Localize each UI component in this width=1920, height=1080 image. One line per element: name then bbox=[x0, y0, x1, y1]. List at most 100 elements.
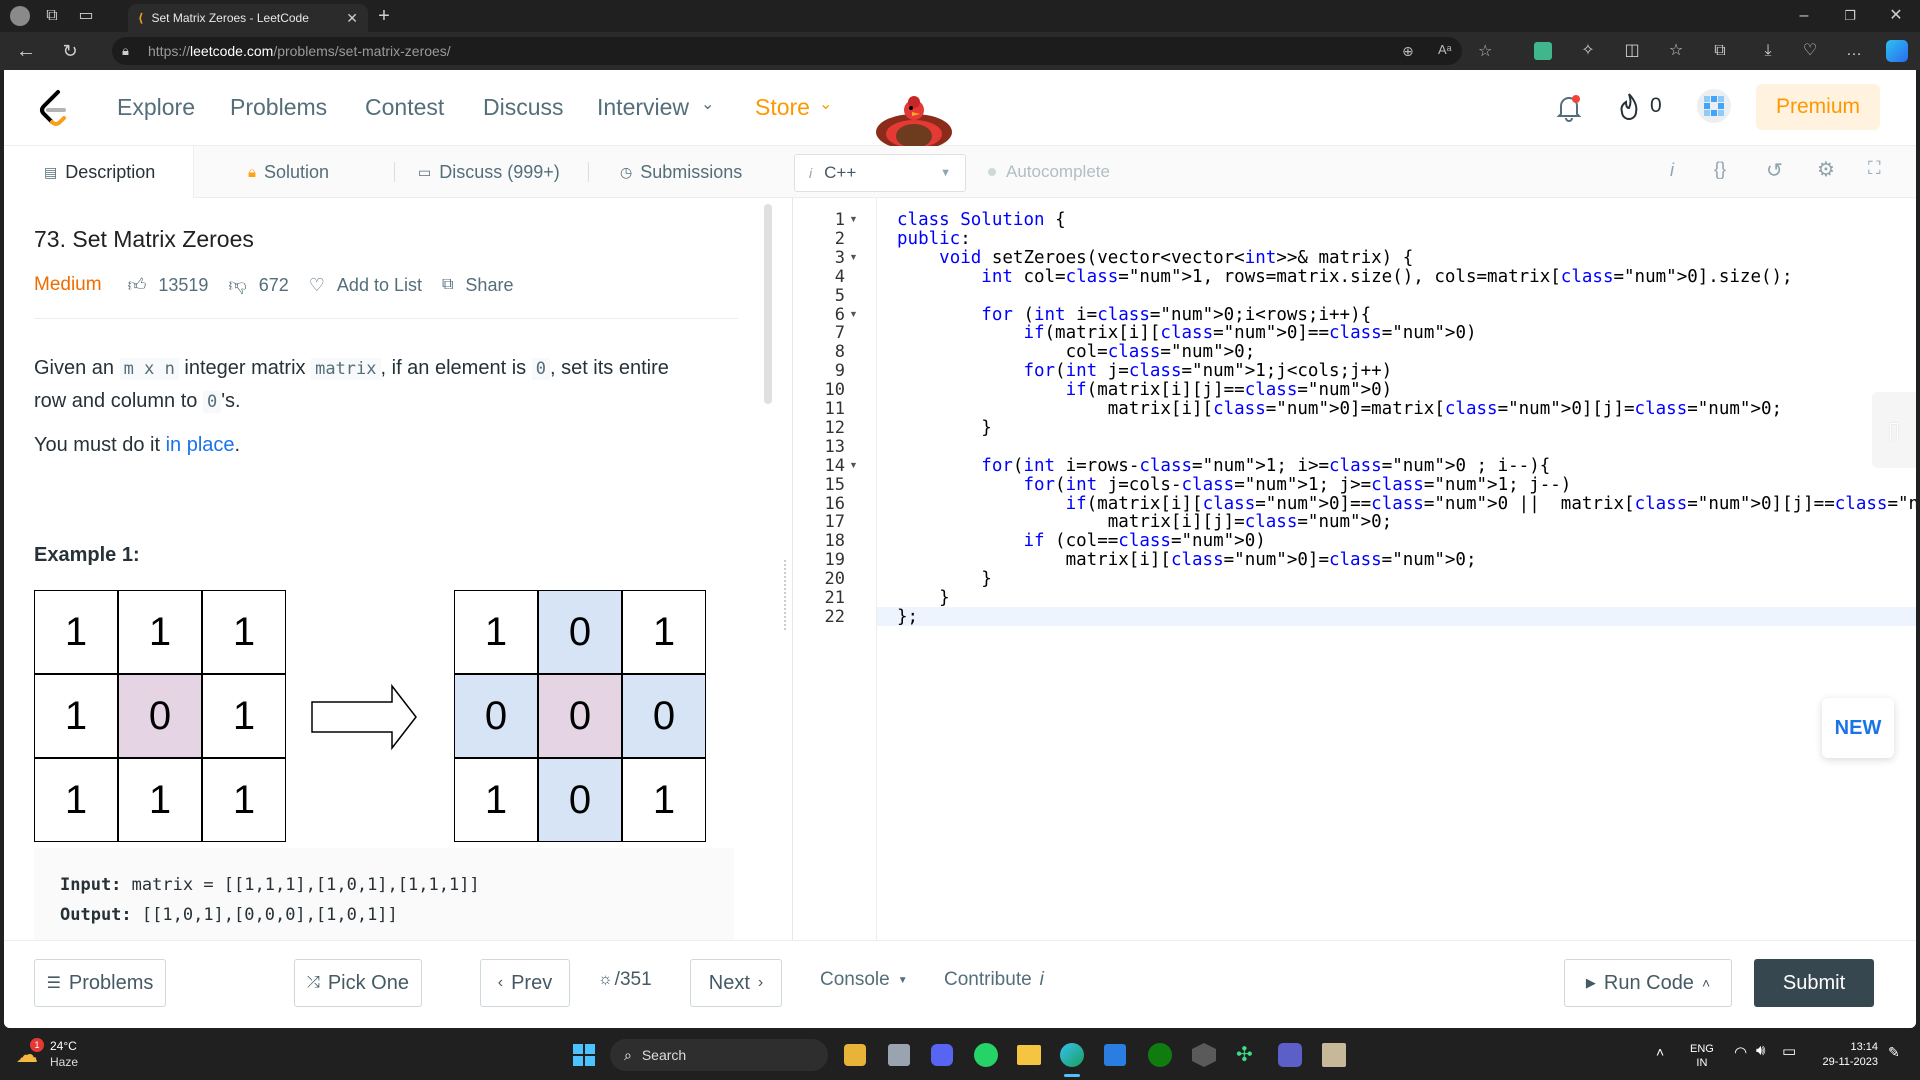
prev-button[interactable]: ‹ Prev bbox=[480, 959, 570, 1007]
next-button[interactable]: Next › bbox=[690, 959, 782, 1007]
reset-code-icon[interactable]: ↺ bbox=[1766, 158, 1783, 183]
thumbs-up-icon[interactable]: 👍︎ bbox=[128, 274, 147, 296]
code-line[interactable]: matrix[i][class="num">0]=matrix[class="n… bbox=[897, 399, 1782, 419]
panel-splitter[interactable] bbox=[780, 198, 792, 940]
wifi-icon[interactable]: ◠ bbox=[1734, 1043, 1747, 1061]
browser-tab-active[interactable]: ⟨ Set Matrix Zeroes - LeetCode ✕ bbox=[128, 4, 368, 32]
nav-discuss[interactable]: Discuss bbox=[483, 94, 564, 121]
address-bar[interactable]: 🔒︎ https://leetcode.com/problems/set-mat… bbox=[112, 37, 1492, 65]
code-line[interactable]: col=class="num">0; bbox=[897, 342, 1256, 362]
health-icon[interactable]: ♡ bbox=[1800, 41, 1820, 61]
taskbar-app-github-icon[interactable] bbox=[1192, 1043, 1216, 1067]
streak-flame-icon[interactable] bbox=[1618, 92, 1640, 122]
taskbar-app-store-icon[interactable] bbox=[1104, 1044, 1126, 1066]
notification-bell-icon[interactable] bbox=[1556, 94, 1582, 122]
autocomplete-toggle[interactable]: Autocomplete bbox=[988, 146, 1110, 198]
taskbar-app-taskview-icon[interactable] bbox=[888, 1044, 910, 1066]
taskbar-search[interactable]: ⌕ Search bbox=[610, 1039, 828, 1071]
code-line[interactable]: public: bbox=[897, 229, 971, 249]
close-window-icon[interactable]: ✕ bbox=[1886, 6, 1906, 26]
back-icon[interactable]: ← bbox=[16, 41, 36, 61]
more-menu-icon[interactable]: … bbox=[1844, 41, 1864, 61]
run-code-button[interactable]: ▶ Run Code ˄ bbox=[1564, 959, 1732, 1007]
collections-icon[interactable]: ⧉ bbox=[1710, 41, 1730, 61]
side-panel-tab[interactable]: ▯ bbox=[1872, 392, 1916, 468]
language-indicator[interactable]: ENG IN bbox=[1690, 1042, 1714, 1070]
taskbar-app-teams-icon[interactable] bbox=[1278, 1043, 1302, 1067]
settings-gear-icon[interactable]: ⚙ bbox=[1817, 157, 1835, 182]
pick-one-button[interactable]: ⤮ Pick One bbox=[294, 959, 422, 1007]
taskbar-app-whatsapp-icon[interactable] bbox=[974, 1043, 998, 1067]
nav-interview[interactable]: Interview bbox=[597, 94, 689, 121]
zoom-icon[interactable]: ⊕ bbox=[1402, 43, 1414, 60]
code-line[interactable]: for(int j=class="num">1;j<cols;j++) bbox=[897, 361, 1392, 381]
tab-discuss[interactable]: ▭ Discuss (999+) bbox=[418, 146, 560, 198]
tab-solution[interactable]: 🔒︎ Solution bbox=[248, 146, 329, 198]
heart-icon[interactable]: ♡ bbox=[309, 275, 325, 296]
leetcode-logo-icon[interactable] bbox=[36, 88, 72, 128]
new-tab-icon[interactable]: + bbox=[374, 6, 394, 26]
taskbar-app-widgets-icon[interactable] bbox=[844, 1044, 866, 1066]
code-line[interactable]: if(matrix[i][class="num">0]==class="num"… bbox=[897, 494, 1916, 514]
thumbs-down-icon[interactable]: 👎︎ bbox=[228, 274, 246, 296]
clock[interactable]: 13:14 29-11-2023 bbox=[1808, 1040, 1878, 1070]
split-screen-icon[interactable]: ◫ bbox=[1622, 41, 1642, 61]
tab-description[interactable]: ▤ Description bbox=[44, 146, 155, 198]
code-line[interactable]: matrix[i][j]=class="num">0; bbox=[897, 512, 1393, 532]
restore-icon[interactable]: ❐ bbox=[1840, 6, 1860, 26]
favorites-icon[interactable]: ☆ bbox=[1666, 41, 1686, 61]
tab-actions-icon[interactable]: ▭ bbox=[76, 6, 96, 26]
windows-start-icon[interactable] bbox=[573, 1044, 595, 1066]
share-link[interactable]: Share bbox=[465, 275, 513, 296]
nav-problems[interactable]: Problems bbox=[230, 94, 327, 121]
code-line[interactable]: for(int i=rows-class="num">1; i>=class="… bbox=[897, 456, 1550, 476]
nav-contest[interactable]: Contest bbox=[365, 94, 444, 121]
extension-icon[interactable] bbox=[1534, 42, 1552, 60]
contribute-link[interactable]: Contribute i bbox=[944, 969, 1044, 991]
code-line[interactable]: void setZeroes(vector<vector<int>>& matr… bbox=[897, 248, 1413, 268]
add-to-list-link[interactable]: Add to List bbox=[337, 275, 422, 296]
favorite-star-icon[interactable]: ☆ bbox=[1478, 41, 1492, 61]
problems-list-button[interactable]: ☰ Problems bbox=[34, 959, 166, 1007]
code-line[interactable]: } bbox=[897, 569, 992, 589]
fullscreen-icon[interactable]: ⛶ bbox=[1868, 158, 1881, 179]
taskbar-app-explorer-icon[interactable] bbox=[1017, 1045, 1041, 1065]
code-line[interactable]: class Solution { bbox=[897, 210, 1066, 230]
submit-button[interactable]: Submit bbox=[1754, 959, 1874, 1007]
tab-close-icon[interactable]: ✕ bbox=[346, 10, 358, 27]
code-line[interactable]: } bbox=[897, 418, 992, 438]
tab-submissions[interactable]: ◷ Submissions bbox=[620, 146, 742, 198]
problem-counter[interactable]: ☼ /351 bbox=[598, 969, 652, 991]
code-line[interactable]: }; bbox=[897, 607, 918, 627]
taskbar-app-xbox-icon[interactable] bbox=[1148, 1043, 1172, 1067]
editor-info-icon[interactable]: i bbox=[1670, 160, 1674, 181]
format-braces-icon[interactable]: {} bbox=[1714, 159, 1726, 180]
in-place-link[interactable]: in place bbox=[166, 434, 235, 456]
downloads-icon[interactable]: ⤓ bbox=[1758, 41, 1778, 61]
show-hidden-icons-icon[interactable]: ˄ bbox=[1656, 1044, 1664, 1060]
taskbar-app-discord-icon[interactable] bbox=[931, 1044, 953, 1066]
code-line[interactable]: if (col==class="num">0) bbox=[897, 531, 1265, 551]
code-line[interactable]: for(int j=cols-class="num">1; j>=class="… bbox=[897, 475, 1571, 495]
workspaces-icon[interactable]: ⧉ bbox=[42, 6, 62, 26]
code-editor[interactable]: 1 ▼ 2 3 ▼ 4 5 6 ▼ 7 8 9 10 11 12 13 14 ▼ 15 16 17 18 19 20 21 22 … bbox=[792, 198, 1916, 940]
code-area[interactable]: class Solution {public: void setZeroes(v… bbox=[793, 198, 1916, 940]
notifications-icon[interactable]: ✎ bbox=[1888, 1044, 1900, 1061]
avatar[interactable] bbox=[1696, 88, 1732, 124]
new-feature-button[interactable]: NEW bbox=[1822, 698, 1894, 758]
taskbar-app-edge-icon[interactable] bbox=[1060, 1043, 1084, 1067]
premium-button[interactable]: Premium bbox=[1756, 84, 1880, 130]
volume-icon[interactable]: 🔊︎ bbox=[1756, 1042, 1765, 1059]
language-select[interactable]: i C++ ▼ bbox=[794, 154, 966, 192]
code-line[interactable]: if(matrix[i][class="num">0]==class="num"… bbox=[897, 323, 1476, 343]
code-line[interactable]: int col=class="num">1, rows=matrix.size(… bbox=[897, 267, 1792, 287]
code-line[interactable]: matrix[i][class="num">0]=class="num">0; bbox=[897, 550, 1477, 570]
copilot-icon[interactable] bbox=[1886, 40, 1908, 62]
share-icon[interactable]: ⧉ bbox=[442, 276, 453, 294]
code-line[interactable]: } bbox=[897, 588, 950, 608]
description-scrollbar[interactable] bbox=[764, 204, 772, 404]
minimize-icon[interactable]: – bbox=[1794, 6, 1814, 26]
profile-avatar-icon[interactable] bbox=[10, 6, 30, 26]
battery-icon[interactable]: ▭ bbox=[1782, 1042, 1796, 1060]
taskbar-app-notes-icon[interactable] bbox=[1322, 1043, 1346, 1067]
